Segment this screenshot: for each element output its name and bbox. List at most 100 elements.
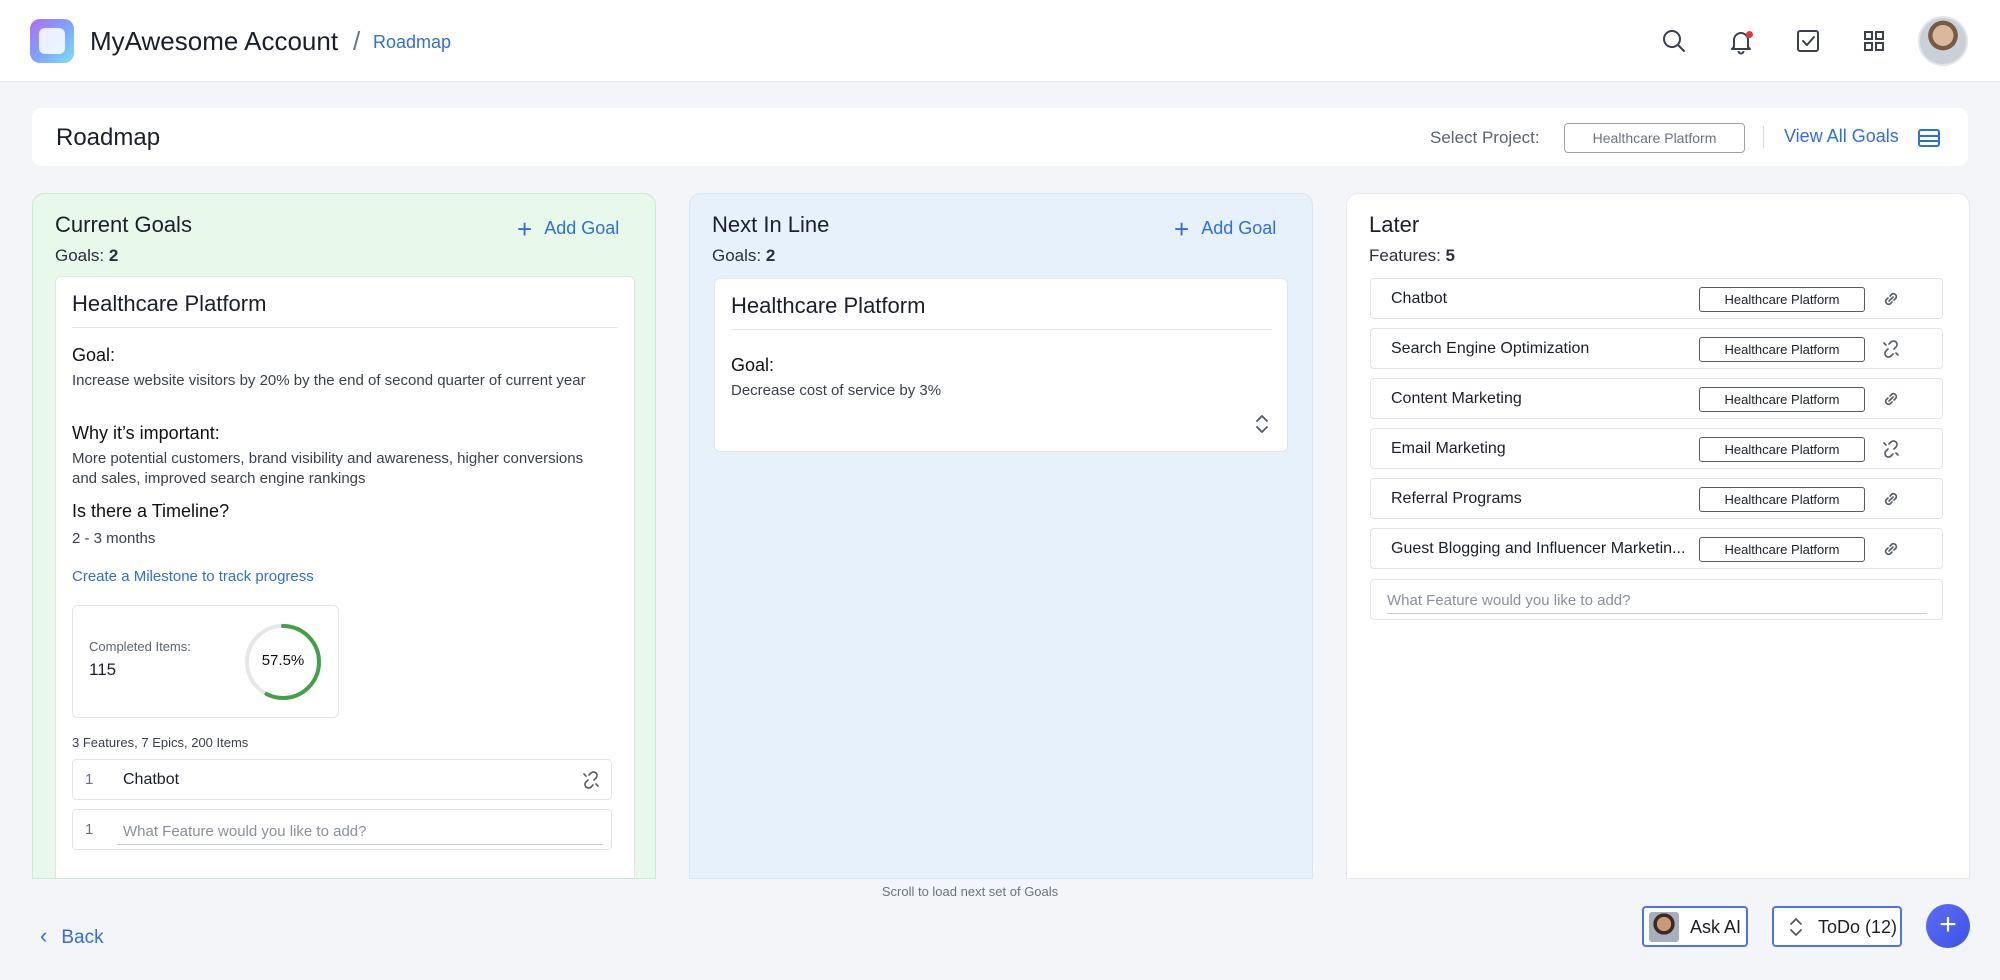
goal-label: Goal: [72, 345, 116, 365]
why-text: More potential customers, brand visibili… [72, 450, 584, 487]
goal-meta: 3 Features, 7 Epics, 200 Items [72, 735, 249, 750]
goals-count-value: 2 [108, 246, 119, 265]
add-goal-button[interactable]: + Add Goal [517, 214, 619, 245]
goal-card-title: Healthcare Platform [72, 291, 267, 316]
goals-count: Goals: 2 [55, 246, 118, 266]
bell-icon[interactable] [1726, 26, 1756, 56]
account-name[interactable]: MyAwesome Account [90, 26, 338, 57]
project-tag[interactable]: Healthcare Platform [1699, 287, 1865, 312]
page-title: Roadmap [56, 124, 161, 151]
goals-count-next: Goals: 2 [712, 246, 775, 266]
goals-count-value: 2 [765, 246, 776, 265]
ask-ai-button[interactable]: Ask AI [1642, 906, 1748, 947]
later-feature-name: Email Marketing [1391, 440, 1506, 457]
current-goals-column: Current Goals + Add Goal Goals: 2 Healthc… [32, 193, 656, 879]
link-icon[interactable] [1881, 539, 1901, 559]
add-goal-label: Add Goal [544, 218, 620, 238]
add-feature-input[interactable] [117, 819, 603, 845]
list-icon[interactable] [1918, 129, 1940, 147]
checkbox-icon[interactable] [1793, 26, 1823, 56]
why-label: Why it’s important: [72, 423, 220, 443]
plus-icon: + [517, 214, 533, 244]
later-column: Later Features: 5 Chatbot Healthcare Plat… [1346, 193, 1970, 879]
goals-count-label: Goals: [55, 246, 105, 265]
project-tag[interactable]: Healthcare Platform [1699, 387, 1865, 412]
top-bar: MyAwesome Account / Roadmap [0, 0, 2000, 82]
later-feature-row[interactable]: Search Engine Optimization Healthcare Pla… [1370, 328, 1943, 369]
plus-icon: + [1174, 214, 1190, 244]
user-avatar[interactable] [1918, 16, 1968, 66]
app-logo[interactable] [30, 19, 74, 63]
features-count-value: 5 [1445, 246, 1456, 265]
goal-card-next[interactable]: Healthcare Platform Goal: Decrease cost … [714, 278, 1288, 452]
later-feature-name: Content Marketing [1391, 390, 1522, 407]
breadcrumb-roadmap[interactable]: Roadmap [373, 32, 451, 53]
todo-button[interactable]: ToDo (12) [1772, 906, 1902, 947]
back-button[interactable]: ‹ Back [40, 923, 104, 949]
page-header: Roadmap Select Project: Healthcare Platf… [32, 108, 1968, 166]
project-tag[interactable]: Healthcare Platform [1699, 337, 1865, 362]
chevron-up-down-icon[interactable] [1253, 413, 1271, 435]
back-label: Back [61, 927, 104, 948]
goal-card[interactable]: Healthcare Platform Goal: Increase websi… [55, 276, 635, 878]
later-title: Later [1369, 212, 1420, 237]
later-feature-row[interactable]: Content Marketing Healthcare Platform [1370, 378, 1943, 419]
add-feature-row: 1 [72, 809, 612, 850]
goal-card-title: Healthcare Platform [731, 293, 926, 318]
scroll-hint: Scroll to load next set of Goals [881, 884, 1059, 899]
grid-icon[interactable] [1859, 26, 1889, 56]
chevron-up-down-icon [1790, 918, 1802, 936]
link-icon[interactable] [1881, 289, 1901, 309]
project-tag[interactable]: Healthcare Platform [1699, 487, 1865, 512]
later-feature-name: Referral Programs [1391, 490, 1522, 507]
timeline-label: Is there a Timeline? [72, 501, 230, 521]
card-divider [731, 329, 1271, 330]
later-add-feature-row [1370, 579, 1943, 620]
later-feature-row[interactable]: Referral Programs Healthcare Platform [1370, 478, 1943, 519]
goal-text: Decrease cost of service by 3% [731, 382, 942, 399]
project-tag[interactable]: Healthcare Platform [1699, 537, 1865, 562]
add-goal-label: Add Goal [1201, 218, 1277, 238]
create-milestone-link[interactable]: Create a Milestone to track progress [72, 568, 314, 585]
next-in-line-title: Next In Line [712, 212, 830, 237]
features-count: Features: 5 [1369, 246, 1455, 266]
chevron-left-icon: ‹ [40, 923, 48, 948]
add-feature-number: 1 [85, 821, 94, 838]
project-select[interactable]: Healthcare Platform [1564, 123, 1745, 153]
search-icon[interactable] [1659, 26, 1689, 56]
footer-bar: Scroll to load next set of Goals ‹ Back A… [0, 879, 2000, 980]
later-feature-row[interactable]: Guest Blogging and Influencer Marketin..… [1370, 528, 1943, 569]
goal-text: Increase website visitors by 20% by the … [72, 372, 586, 389]
fab-add-button[interactable]: + [1926, 904, 1970, 948]
next-in-line-column: Next In Line + Add Goal Goals: 2 Healthca… [689, 193, 1313, 879]
later-feature-row[interactable]: Email Marketing Healthcare Platform [1370, 428, 1943, 469]
progress-percent: 57.5% [261, 652, 305, 669]
add-goal-button-next[interactable]: + Add Goal [1174, 214, 1276, 245]
timeline-text: 2 - 3 months [72, 530, 156, 547]
todo-label: ToDo (12) [1818, 917, 1898, 937]
goal-label: Goal: [731, 355, 775, 375]
features-count-label: Features: [1369, 246, 1441, 265]
project-tag[interactable]: Healthcare Platform [1699, 437, 1865, 462]
completed-items-label: Completed Items: [89, 639, 191, 654]
broken-link-icon[interactable] [1881, 339, 1901, 359]
card-divider [72, 327, 618, 328]
later-feature-name: Chatbot [1391, 290, 1448, 307]
header-divider [1763, 126, 1764, 148]
ask-ai-label: Ask AI [1690, 917, 1742, 937]
select-project-label: Select Project: [1430, 128, 1540, 147]
link-icon[interactable] [1881, 489, 1901, 509]
later-feature-name: Search Engine Optimization [1391, 340, 1590, 357]
notification-dot [1746, 31, 1753, 38]
broken-link-icon[interactable] [581, 770, 601, 790]
completed-items-value: 115 [89, 660, 117, 679]
current-goals-title: Current Goals [55, 212, 192, 237]
feature-row[interactable]: 1 Chatbot [72, 759, 612, 800]
link-icon[interactable] [1881, 389, 1901, 409]
feature-name: Chatbot [123, 771, 180, 788]
later-feature-row[interactable]: Chatbot Healthcare Platform [1370, 278, 1943, 319]
view-all-goals-link[interactable]: View All Goals [1784, 126, 1899, 147]
feature-number: 1 [85, 771, 94, 788]
later-add-feature-input[interactable] [1387, 588, 1927, 614]
broken-link-icon[interactable] [1881, 439, 1901, 459]
